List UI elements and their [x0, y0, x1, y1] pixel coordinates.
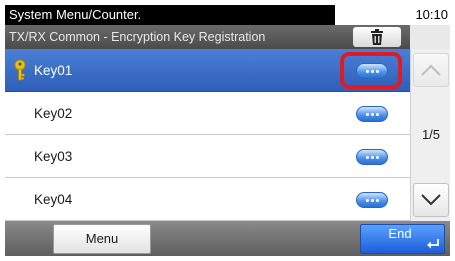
- menu-button-label: Menu: [85, 231, 119, 246]
- highlight-frame: [340, 52, 402, 89]
- list-item-key03[interactable]: Key03: [5, 135, 410, 178]
- chevron-up-icon: [421, 64, 441, 76]
- ellipsis-icon: [365, 155, 379, 159]
- status-time: 10:10: [415, 7, 448, 22]
- scroll-up-button[interactable]: [413, 53, 449, 87]
- page-indicator: 1/5: [421, 127, 441, 142]
- scroll-panel: 1/5: [410, 49, 450, 221]
- list-item-label: Key01: [34, 63, 73, 78]
- detail-button[interactable]: [356, 149, 388, 165]
- bottom-bar: Menu End: [5, 221, 450, 256]
- list-item-label: Key03: [34, 149, 73, 164]
- list-item-label: Key04: [34, 192, 73, 207]
- list-item-key04[interactable]: Key04: [5, 178, 410, 221]
- end-button[interactable]: End: [360, 224, 445, 254]
- ellipsis-icon: [365, 198, 379, 202]
- ellipsis-icon: [365, 112, 379, 116]
- page-title: TX/RX Common - Encryption Key Registrati…: [9, 30, 266, 44]
- scroll-down-button[interactable]: [413, 183, 449, 217]
- trash-icon: [371, 29, 383, 45]
- key-list: Key01 Key02 Key03 Key04: [5, 49, 410, 221]
- status-bar: System Menu/Counter. 10:10: [5, 5, 450, 25]
- detail-button[interactable]: [356, 192, 388, 208]
- menu-button[interactable]: Menu: [53, 224, 151, 254]
- list-item-key02[interactable]: Key02: [5, 92, 410, 135]
- delete-button[interactable]: [353, 27, 401, 47]
- enter-icon: [427, 239, 439, 249]
- detail-button[interactable]: [356, 106, 388, 122]
- chevron-down-icon: [421, 194, 441, 206]
- list-item-key01[interactable]: Key01: [5, 49, 410, 92]
- list-item-label: Key02: [34, 106, 73, 121]
- device-screen: System Menu/Counter. 10:10 TX/RX Common …: [5, 5, 450, 256]
- header-spacer: [410, 25, 450, 49]
- key-icon: [14, 59, 26, 81]
- status-title: System Menu/Counter.: [5, 5, 335, 25]
- screen-header: TX/RX Common - Encryption Key Registrati…: [5, 25, 450, 49]
